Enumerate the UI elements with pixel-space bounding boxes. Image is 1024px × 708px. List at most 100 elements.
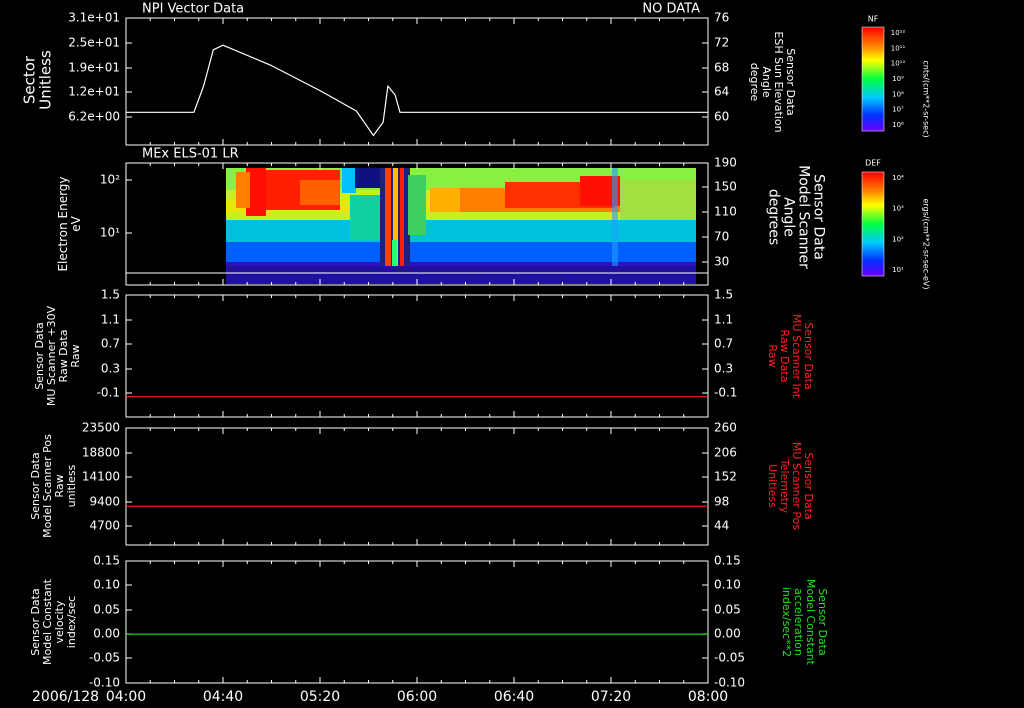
y-tick-label-left: 0.00 (93, 627, 120, 641)
y-axis-label-left: eV (69, 215, 83, 231)
y-tick-label-left: 1.1 (101, 313, 120, 327)
y-tick-label-right: 152 (714, 470, 737, 484)
y-tick-label-left: 0.3 (101, 362, 120, 376)
y-tick-label-left: 14100 (82, 470, 120, 484)
y-tick-label-left: -0.10 (89, 676, 120, 690)
y-axis-label-left: unitless (65, 464, 78, 507)
y-tick-label-right: 0.3 (714, 362, 733, 376)
colorbar-label: NF (868, 15, 879, 24)
y-tick-label-right: 260 (714, 421, 737, 435)
y-tick-label-right: 110 (714, 205, 737, 219)
y-tick-label-left: 1.2e+01 (68, 85, 120, 99)
y-axis-label-left: index/sec (65, 596, 78, 648)
y-tick-label-right: 190 (714, 156, 737, 170)
y-tick-label-left: 1.5 (101, 288, 120, 302)
y-tick-label-right: -0.1 (714, 386, 737, 400)
colorbar-tick-label: 10⁴ (892, 174, 904, 182)
colorbar-tick-label: 10⁸ (892, 90, 904, 98)
y-tick-label-left: 1.9e+01 (68, 61, 120, 75)
colorbar-tick-label: 10² (892, 235, 904, 243)
y-tick-label-left: 9400 (89, 495, 120, 509)
y-tick-label-right: 60 (714, 110, 729, 124)
colorbar-tick-label: 10⁶ (892, 121, 904, 129)
x-tick-label: 04:40 (203, 689, 243, 705)
y-tick-label-right: 0.7 (714, 337, 733, 351)
x-tick-label: 08:00 (688, 689, 728, 705)
x-tick-label: 06:40 (494, 689, 534, 705)
x-tick-label: 06:00 (397, 689, 437, 705)
tick-marks (125, 17, 709, 684)
panel-5-frame (125, 560, 709, 684)
y-tick-label-right: 1.5 (714, 288, 733, 302)
y-tick-label-left: 2.5e+01 (68, 36, 120, 50)
colorbar-unit-label: cnts/(cm**2-sr-sec) (922, 60, 931, 137)
panel-title: MEx ELS-01 LR (142, 147, 239, 162)
y-axis-label-right: Model Scanner (796, 165, 812, 269)
y-axis-label-right: Angle (781, 197, 797, 237)
y-axis-label-right: Sensor Data (811, 174, 827, 260)
colorbar-tick-label: 10¹⁰ (891, 60, 906, 68)
y-axis-label-right: Raw (766, 344, 779, 367)
y-tick-label-right: 44 (714, 519, 729, 533)
data-series (126, 44, 708, 635)
date-label: 2006/128 (32, 689, 99, 705)
y-tick-label-right: 0.15 (714, 554, 741, 568)
spectrogram (126, 168, 708, 284)
y-tick-label-right: 1.1 (714, 313, 733, 327)
panel-title-right: NO DATA (642, 2, 700, 17)
y-tick-label-right: 206 (714, 446, 737, 460)
y-axis-label-right: degrees (766, 189, 782, 245)
panel-title: NPI Vector Data (142, 2, 244, 17)
y-tick-label-right: 64 (714, 85, 729, 99)
y-tick-label-left: 0.05 (93, 603, 120, 617)
y-tick-label-left: 10² (100, 173, 120, 187)
series-line (126, 44, 708, 137)
y-tick-label-right: 0.05 (714, 603, 741, 617)
y-axis-label-left: Raw (69, 344, 82, 367)
y-tick-label-right: -0.10 (714, 676, 745, 690)
y-tick-label-right: 0.10 (714, 578, 741, 592)
y-axis-label-right: Unitless (766, 464, 779, 508)
y-tick-label-left: 3.1e+01 (68, 11, 120, 25)
y-tick-label-right: 98 (714, 495, 729, 509)
y-tick-label-right: 72 (714, 36, 729, 50)
panel-3-frame (125, 294, 709, 418)
y-tick-label-left: -0.05 (89, 651, 120, 665)
y-tick-label-right: 76 (714, 11, 729, 25)
colorbar-label: DEF (865, 159, 881, 168)
plot-canvas: NPI Vector Data NO DATA 3.1e+01 2.5e+01 1.9e… (21, 2, 931, 706)
colorbar-unit-label: ergs/(cm**2-sr-sec-eV) (922, 198, 931, 289)
y-tick-label-left: 4700 (89, 519, 120, 533)
text-labels: NPI Vector Data NO DATA 3.1e+01 2.5e+01 1.9e… (21, 2, 931, 706)
y-axis-label-left: Unitless (37, 50, 55, 110)
y-tick-label-left: -0.1 (97, 386, 120, 400)
y-tick-label-right: 150 (714, 180, 737, 194)
x-tick-label: 07:20 (591, 689, 631, 705)
y-axis-label-left: Electron Energy (56, 176, 70, 271)
y-tick-label-left: 0.7 (101, 337, 120, 351)
colorbar-tick-label: 10¹ (892, 266, 904, 274)
y-tick-label-left: 10¹ (100, 226, 120, 240)
colorbar-def-bar (861, 171, 885, 277)
x-tick-label: 04:00 (106, 689, 146, 705)
y-tick-label-left: 23500 (82, 421, 120, 435)
panel-1-frame (125, 17, 709, 146)
colorbar-tick-label: 10¹¹ (891, 44, 906, 52)
y-tick-label-left: 18800 (82, 446, 120, 460)
y-axis-label-right: index/sec**2 (780, 587, 793, 657)
colorbar-tick-label: 10³ (892, 205, 904, 213)
y-axis-label-right: degree (748, 63, 761, 102)
y-tick-label-left: 0.15 (93, 554, 120, 568)
y-tick-label-left: 0.10 (93, 578, 120, 592)
colorbar-nf-bar (861, 26, 885, 132)
y-tick-label-right: 68 (714, 61, 729, 75)
colorbar-tick-label: 10⁹ (892, 75, 904, 83)
y-tick-label-right: 0.00 (714, 627, 741, 641)
colorbar-tick-label: 10¹² (891, 29, 906, 37)
y-tick-label-right: -0.05 (714, 651, 745, 665)
x-tick-label: 05:20 (300, 689, 340, 705)
y-tick-label-right: 30 (714, 255, 729, 269)
panel-4-frame (125, 427, 709, 546)
y-tick-label-left: 6.2e+00 (68, 110, 120, 124)
y-tick-label-right: 70 (714, 230, 729, 244)
